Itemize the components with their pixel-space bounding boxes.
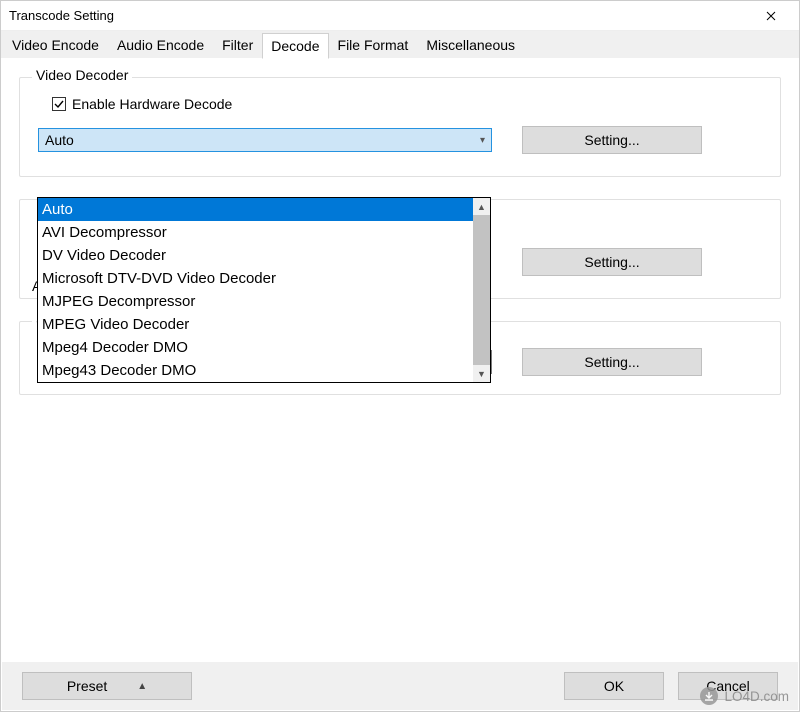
tab-audio-encode[interactable]: Audio Encode xyxy=(108,32,213,58)
video-decoder-selected-value: Auto xyxy=(45,132,74,148)
tab-file-format[interactable]: File Format xyxy=(329,32,418,58)
checkmark-icon xyxy=(54,99,64,109)
scroll-thumb[interactable] xyxy=(473,215,490,365)
audio-decoder-setting-button[interactable]: Setting... xyxy=(522,248,702,276)
chevron-down-icon: ▾ xyxy=(480,135,485,146)
scroll-down-arrow-icon[interactable]: ▼ xyxy=(473,365,490,382)
preset-button[interactable]: Preset ▲ xyxy=(22,672,192,700)
dropdown-item[interactable]: MPEG Video Decoder xyxy=(38,313,473,336)
close-icon xyxy=(766,11,776,21)
tab-miscellaneous[interactable]: Miscellaneous xyxy=(417,32,524,58)
tab-video-encode[interactable]: Video Encode xyxy=(3,32,108,58)
tab-strip: Video Encode Audio Encode Filter Decode … xyxy=(1,31,799,59)
watermark: LO4D.com xyxy=(700,687,789,705)
titlebar: Transcode Setting xyxy=(1,1,799,31)
video-decoder-select[interactable]: Auto ▾ xyxy=(38,128,492,152)
dropdown-item[interactable]: Auto xyxy=(38,198,473,221)
video-decoder-dropdown-list: Auto AVI Decompressor DV Video Decoder M… xyxy=(37,197,491,383)
enable-hardware-decode-label: Enable Hardware Decode xyxy=(72,96,232,112)
splitter-setting-button[interactable]: Setting... xyxy=(522,348,702,376)
dropdown-item[interactable]: AVI Decompressor xyxy=(38,221,473,244)
dropdown-item[interactable]: DV Video Decoder xyxy=(38,244,473,267)
tab-filter[interactable]: Filter xyxy=(213,32,262,58)
dropdown-item[interactable]: MJPEG Decompressor xyxy=(38,290,473,313)
enable-hardware-decode-row[interactable]: Enable Hardware Decode xyxy=(52,96,762,112)
preset-button-label: Preset xyxy=(67,678,107,694)
bottom-bar: Preset ▲ OK Cancel xyxy=(2,662,798,710)
dropdown-item[interactable]: Mpeg4 Decoder DMO xyxy=(38,336,473,359)
dropdown-items: Auto AVI Decompressor DV Video Decoder M… xyxy=(38,198,473,382)
dropdown-item[interactable]: Mpeg43 Decoder DMO xyxy=(38,359,473,382)
watermark-text: LO4D.com xyxy=(724,689,789,704)
video-decoder-setting-button[interactable]: Setting... xyxy=(522,126,702,154)
download-icon xyxy=(700,687,718,705)
window-title: Transcode Setting xyxy=(9,8,114,23)
ok-button[interactable]: OK xyxy=(564,672,664,700)
group-video-decoder: Video Decoder Enable Hardware Decode Aut… xyxy=(19,77,781,177)
chevron-up-icon: ▲ xyxy=(137,681,147,692)
dropdown-item[interactable]: Microsoft DTV-DVD Video Decoder xyxy=(38,267,473,290)
window-root: Transcode Setting Video Encode Audio Enc… xyxy=(0,0,800,712)
group-title-video-decoder: Video Decoder xyxy=(32,67,132,83)
tab-decode[interactable]: Decode xyxy=(262,33,328,59)
dropdown-scrollbar[interactable]: ▲ ▼ xyxy=(473,198,490,382)
close-button[interactable] xyxy=(751,2,791,30)
enable-hardware-decode-checkbox[interactable] xyxy=(52,97,66,111)
scroll-up-arrow-icon[interactable]: ▲ xyxy=(473,198,490,215)
